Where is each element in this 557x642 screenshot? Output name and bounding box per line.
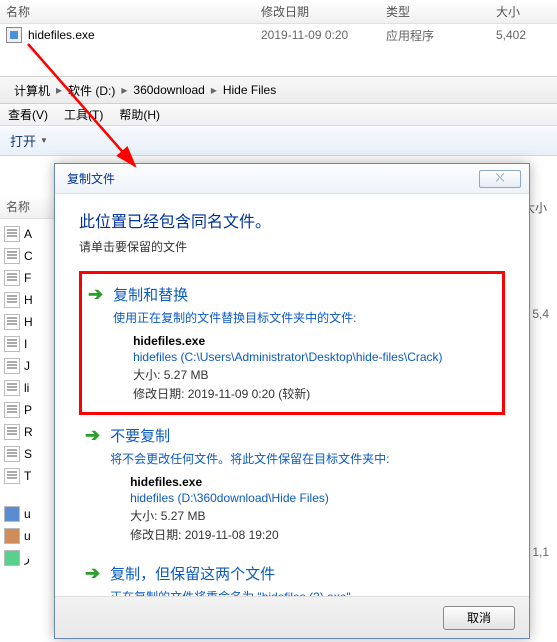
file-icon xyxy=(4,424,20,440)
column-headers: 名称 修改日期 类型 大小 xyxy=(0,0,557,24)
list-item[interactable]: li xyxy=(4,377,60,399)
list-item[interactable]: J xyxy=(4,355,60,377)
menu-view[interactable]: 查看(V) xyxy=(0,106,56,123)
list-item[interactable]: R xyxy=(4,421,60,443)
list-item[interactable]: I xyxy=(4,333,60,355)
bc-computer[interactable]: 计算机 xyxy=(14,82,50,99)
menu-tools[interactable]: 工具(T) xyxy=(56,106,111,123)
file-icon xyxy=(4,358,20,374)
file-icon xyxy=(4,292,20,308)
col-type[interactable]: 类型 xyxy=(386,3,496,20)
dialog-titlebar[interactable]: 复制文件 ⤬ xyxy=(55,164,529,194)
folder-icon xyxy=(4,528,20,544)
address-bar[interactable]: 计算机 ▸ 软件 (D:) ▸ 360download ▸ Hide Files xyxy=(0,76,557,104)
option2-desc: 将不会更改任何文件。将此文件保留在目标文件夹中: xyxy=(110,450,499,467)
col-date[interactable]: 修改日期 xyxy=(261,3,386,20)
file-icon xyxy=(4,314,20,330)
file-name: hidefiles.exe xyxy=(28,28,261,42)
toolbar: 打开 ▼ xyxy=(0,126,557,156)
list-item[interactable]: C xyxy=(4,245,60,267)
file-icon xyxy=(4,336,20,352)
option2-title: 不要复制 xyxy=(110,425,499,446)
option2-date: 修改日期: 2019-11-08 19:20 xyxy=(130,526,499,543)
option1-title: 复制和替换 xyxy=(113,284,496,305)
option-copy-replace[interactable]: ➔ 复制和替换 使用正在复制的文件替换目标文件夹中的文件: hidefiles.… xyxy=(79,271,505,415)
option2-path: hidefiles (D:\360download\Hide Files) xyxy=(130,491,499,505)
col-size[interactable]: 大小 xyxy=(496,3,520,20)
list-item[interactable]: T xyxy=(4,465,60,487)
option-dont-copy[interactable]: ➔ 不要复制 将不会更改任何文件。将此文件保留在目标文件夹中: hidefile… xyxy=(79,415,505,553)
chevron-right-icon: ▸ xyxy=(56,83,62,97)
menu-help[interactable]: 帮助(H) xyxy=(111,106,168,123)
col-name-2[interactable]: 名称 xyxy=(0,195,60,219)
list-item[interactable]: S xyxy=(4,443,60,465)
list-item[interactable]: ر xyxy=(4,547,60,569)
size-val-1: 5,4 xyxy=(532,307,549,321)
folder-icon xyxy=(4,550,20,566)
breadcrumb: 计算机 ▸ 软件 (D:) ▸ 360download ▸ Hide Files xyxy=(4,82,276,99)
option2-filename: hidefiles.exe xyxy=(130,475,499,489)
dialog-subtitle: 请单击要保留的文件 xyxy=(79,238,505,255)
cancel-button[interactable]: 取消 xyxy=(443,606,515,630)
option1-date: 修改日期: 2019-11-09 0:20 (较新) xyxy=(133,385,496,402)
option1-desc: 使用正在复制的文件替换目标文件夹中的文件: xyxy=(113,309,496,326)
open-button[interactable]: 打开 ▼ xyxy=(0,131,58,150)
arrow-right-icon: ➔ xyxy=(85,425,100,545)
file-icon xyxy=(4,226,20,242)
chevron-right-icon: ▸ xyxy=(211,83,217,97)
file-icon xyxy=(4,402,20,418)
list-item[interactable]: u xyxy=(4,503,60,525)
file-row[interactable]: hidefiles.exe 2019-11-09 0:20 应用程序 5,402 xyxy=(0,24,557,46)
folder-icon xyxy=(4,506,20,522)
bc-folder1[interactable]: 360download xyxy=(133,83,204,97)
file-date: 2019-11-09 0:20 xyxy=(261,28,386,42)
col-name[interactable]: 名称 xyxy=(6,3,261,20)
file-type: 应用程序 xyxy=(386,27,496,44)
menu-bar: 查看(V) 工具(T) 帮助(H) xyxy=(0,104,557,126)
dialog-heading: 此位置已经包含同名文件。 xyxy=(79,208,505,232)
option1-filename: hidefiles.exe xyxy=(133,334,496,348)
option3-title: 复制，但保留这两个文件 xyxy=(110,563,499,584)
file-size: 5,402 xyxy=(496,28,526,42)
list-item[interactable]: u xyxy=(4,525,60,547)
list-item[interactable]: P xyxy=(4,399,60,421)
size-val-2: 1,1 xyxy=(532,545,549,559)
dropdown-icon: ▼ xyxy=(40,136,48,145)
file-icon xyxy=(4,380,20,396)
file-list-left: A C F H H I J li P R S T u u ر xyxy=(0,219,60,569)
open-label: 打开 xyxy=(10,131,36,150)
dialog-footer: 取消 xyxy=(55,596,529,638)
option2-size: 大小: 5.27 MB xyxy=(130,507,499,524)
close-icon: ⤬ xyxy=(496,172,505,185)
close-button[interactable]: ⤬ xyxy=(479,170,521,188)
list-item[interactable]: F xyxy=(4,267,60,289)
option1-path: hidefiles (C:\Users\Administrator\Deskto… xyxy=(133,350,496,364)
list-item[interactable]: H xyxy=(4,311,60,333)
bc-folder2[interactable]: Hide Files xyxy=(223,83,276,97)
file-icon xyxy=(4,446,20,462)
file-icon xyxy=(4,270,20,286)
copy-file-dialog: 复制文件 ⤬ 此位置已经包含同名文件。 请单击要保留的文件 ➔ 复制和替换 使用… xyxy=(54,163,530,639)
exe-icon xyxy=(6,27,22,43)
arrow-right-icon: ➔ xyxy=(88,284,103,404)
bc-drive[interactable]: 软件 (D:) xyxy=(68,82,115,99)
file-icon xyxy=(4,468,20,484)
list-item[interactable]: H xyxy=(4,289,60,311)
option1-size: 大小: 5.27 MB xyxy=(133,366,496,383)
chevron-right-icon: ▸ xyxy=(121,83,127,97)
list-item[interactable]: A xyxy=(4,223,60,245)
dialog-title: 复制文件 xyxy=(67,170,115,187)
file-icon xyxy=(4,248,20,264)
